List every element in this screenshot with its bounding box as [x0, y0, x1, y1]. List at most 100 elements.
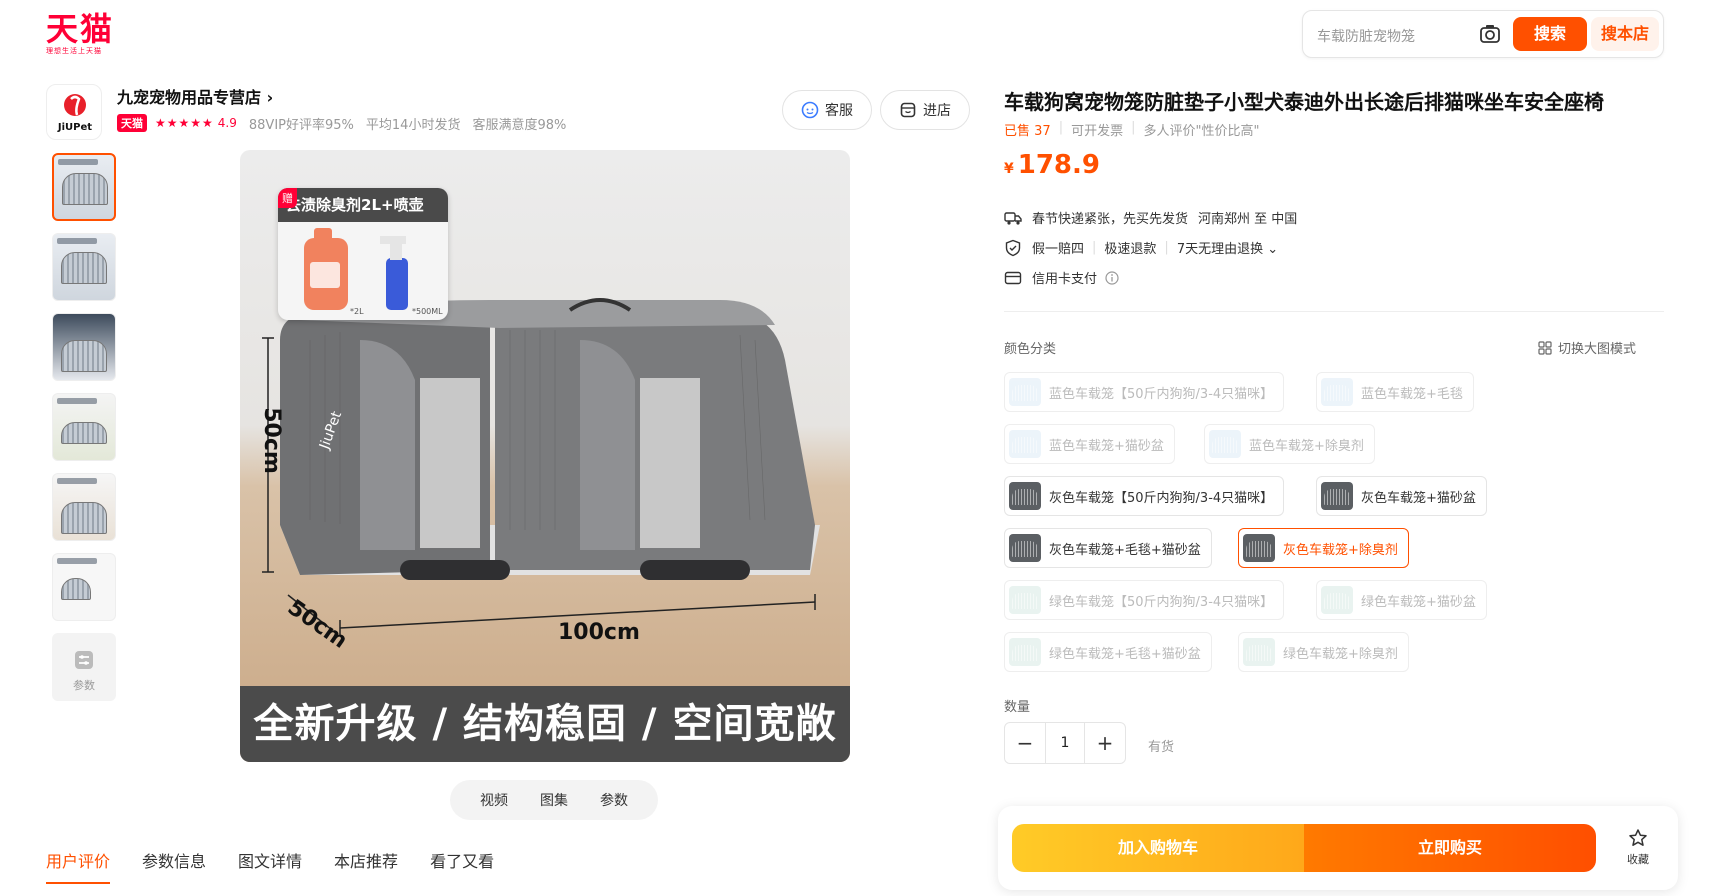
quantity-input[interactable]: 1: [1045, 723, 1085, 763]
tab-details[interactable]: 图文详情: [238, 848, 302, 884]
search-input[interactable]: 车载防脏宠物笼: [1317, 26, 1415, 46]
sku-swatch: [1321, 586, 1353, 614]
params-thumbnail[interactable]: 参数: [52, 633, 116, 701]
shop-rating: 4.9: [217, 116, 237, 130]
sku-option-label: 灰色车载笼+毛毯+猫砂盆: [1049, 542, 1201, 558]
star-rating-icon: ★★★★★: [155, 116, 214, 130]
main-product-image[interactable]: JiuPet 50cm 50cm 100cm 去渍除臭剂2L+喷壶 赠 *2L …: [240, 150, 850, 762]
media-tab-video[interactable]: 视频: [464, 790, 524, 810]
thumbnail-list: 参数: [52, 153, 118, 713]
sku-swatch: [1009, 482, 1041, 510]
grid-icon: [1538, 340, 1552, 355]
add-to-cart-button[interactable]: 加入购物车: [1012, 824, 1304, 872]
thumbnail-2[interactable]: [52, 233, 116, 301]
shipping-text: 春节快递紧张，先买先发货: [1032, 212, 1189, 227]
credit-card-icon: [1004, 271, 1022, 284]
thumbnail-1[interactable]: [52, 153, 116, 221]
gift-tag: 赠: [278, 188, 297, 208]
chat-icon: [801, 101, 819, 119]
sku-option-selected[interactable]: 灰色车载笼+除臭剂: [1238, 528, 1409, 568]
shop-meta: 天猫 ★★★★★ 4.9 88VIP好评率95% 平均14小时发货 客服满意度9…: [117, 114, 578, 133]
payment-row: 信用卡支付: [1004, 268, 1129, 287]
thumbnail-6[interactable]: [52, 553, 116, 621]
tmall-logo[interactable]: 天猫 理想生活上天猫: [46, 12, 116, 56]
tmall-badge: 天猫: [117, 114, 147, 132]
service-satisfaction: 客服满意度98%: [472, 117, 567, 133]
sku-option-label: 蓝色车载笼【50斤内狗狗/3-4只猫咪】: [1049, 386, 1274, 402]
favorite-button[interactable]: 收藏: [1618, 828, 1658, 867]
shipping-row: 春节快递紧张，先买先发货 河南郑州 至 中国: [1004, 208, 1297, 227]
logo-text: 天猫: [46, 10, 115, 48]
shipping-route[interactable]: 河南郑州 至 中国: [1198, 208, 1297, 227]
height-label: 50cm: [258, 407, 284, 474]
switch-mode-label: 切换大图模式: [1558, 342, 1637, 357]
sku-swatch: [1009, 638, 1041, 666]
gift-volume-1: *2L: [350, 307, 364, 316]
search-button[interactable]: 搜索: [1513, 17, 1587, 51]
switch-large-image-mode[interactable]: 切换大图模式: [1538, 338, 1636, 357]
detail-tabs: 用户评价 参数信息 图文详情 本店推荐 看了又看: [46, 848, 526, 884]
sku-option[interactable]: 灰色车载笼+猫砂盆: [1316, 476, 1487, 516]
product-title: 车载狗窝宠物笼防脏垫子小型犬泰迪外出长途后排猫咪坐车安全座椅: [1004, 90, 1604, 114]
price-currency: ¥: [1004, 161, 1014, 177]
sku-label: 颜色分类: [1004, 342, 1057, 357]
tab-recommend[interactable]: 本店推荐: [334, 848, 398, 884]
sku-option[interactable]: 绿色车载笼+猫砂盆: [1316, 580, 1487, 620]
sku-option-label: 蓝色车载笼+除臭剂: [1249, 438, 1364, 454]
thumbnail-4[interactable]: [52, 393, 116, 461]
sku-option[interactable]: 蓝色车载笼【50斤内狗狗/3-4只猫咪】: [1004, 372, 1285, 412]
price: ¥178.9: [1004, 150, 1100, 180]
shield-icon: [1005, 239, 1021, 256]
customer-service-button[interactable]: 客服: [782, 90, 872, 130]
sku-option-label: 绿色车载笼【50斤内狗狗/3-4只猫咪】: [1049, 594, 1274, 610]
sku-swatch: [1009, 430, 1041, 458]
enter-shop-label: 进店: [923, 103, 951, 119]
gift-volume-2: *500ML: [412, 307, 443, 316]
sku-option-label: 灰色车载笼+猫砂盆: [1361, 490, 1476, 506]
tab-also-viewed[interactable]: 看了又看: [430, 848, 494, 884]
sales-row: 已售 37 | 可开发票 | 多人评价"性价比高": [1004, 120, 1260, 139]
thumbnail-3[interactable]: [52, 313, 116, 381]
customer-service-label: 客服: [825, 103, 853, 119]
price-value: 178.9: [1017, 150, 1100, 180]
sku-option[interactable]: 绿色车载笼【50斤内狗狗/3-4只猫咪】: [1004, 580, 1285, 620]
guarantee-1: 假一赔四: [1032, 242, 1085, 257]
sku-option[interactable]: 灰色车载笼【50斤内狗狗/3-4只猫咪】: [1004, 476, 1285, 516]
params-icon: [75, 651, 93, 669]
sku-option-label: 绿色车载笼+毛毯+猫砂盆: [1049, 646, 1201, 662]
sku-swatch: [1209, 430, 1241, 458]
media-tab-gallery[interactable]: 图集: [524, 790, 584, 810]
ship-time: 平均14小时发货: [365, 117, 461, 133]
buy-now-button[interactable]: 立即购买: [1304, 824, 1596, 872]
review-highlight[interactable]: 多人评价"性价比高": [1143, 120, 1259, 139]
vip-rate: 88VIP好评率95%: [248, 117, 354, 133]
shop-name[interactable]: 九宠宠物用品专营店 ›: [117, 84, 273, 108]
enter-shop-button[interactable]: 进店: [880, 90, 970, 130]
sku-option[interactable]: 绿色车载笼+除臭剂: [1238, 632, 1409, 672]
sku-option[interactable]: 蓝色车载笼+毛毯: [1316, 372, 1474, 412]
invoice-label: 可开发票: [1071, 124, 1124, 139]
params-thumbnail-label: 参数: [73, 679, 95, 692]
info-icon[interactable]: [1105, 270, 1119, 285]
tab-reviews[interactable]: 用户评价: [46, 848, 111, 884]
shop-logo-brand: JiUPet: [57, 122, 92, 133]
search-store-button[interactable]: 搜本店: [1591, 17, 1659, 51]
search-box: 车载防脏宠物笼 搜索 搜本店: [1302, 10, 1664, 58]
sku-option[interactable]: 绿色车载笼+毛毯+猫砂盆: [1004, 632, 1212, 672]
media-tab-params[interactable]: 参数: [584, 790, 644, 810]
sold-count: 已售 37: [1004, 124, 1051, 139]
quantity-plus-button[interactable]: +: [1085, 731, 1125, 755]
camera-icon[interactable]: [1479, 23, 1501, 45]
guarantee-3[interactable]: 7天无理由退换 ⌄: [1177, 238, 1278, 257]
quantity-minus-button[interactable]: −: [1005, 731, 1045, 755]
shop-avatar[interactable]: JiUPet: [46, 84, 102, 140]
quantity-label: 数量: [1004, 700, 1031, 715]
sku-option-label: 灰色车载笼+除臭剂: [1283, 542, 1398, 558]
sku-option[interactable]: 蓝色车载笼+猫砂盆: [1004, 424, 1175, 464]
sku-option[interactable]: 蓝色车载笼+除臭剂: [1204, 424, 1375, 464]
thumbnail-5[interactable]: [52, 473, 116, 541]
sku-option[interactable]: 灰色车载笼+毛毯+猫砂盆: [1004, 528, 1212, 568]
payment-text: 信用卡支付: [1032, 272, 1098, 287]
sku-swatch: [1243, 638, 1275, 666]
tab-params[interactable]: 参数信息: [142, 848, 206, 884]
